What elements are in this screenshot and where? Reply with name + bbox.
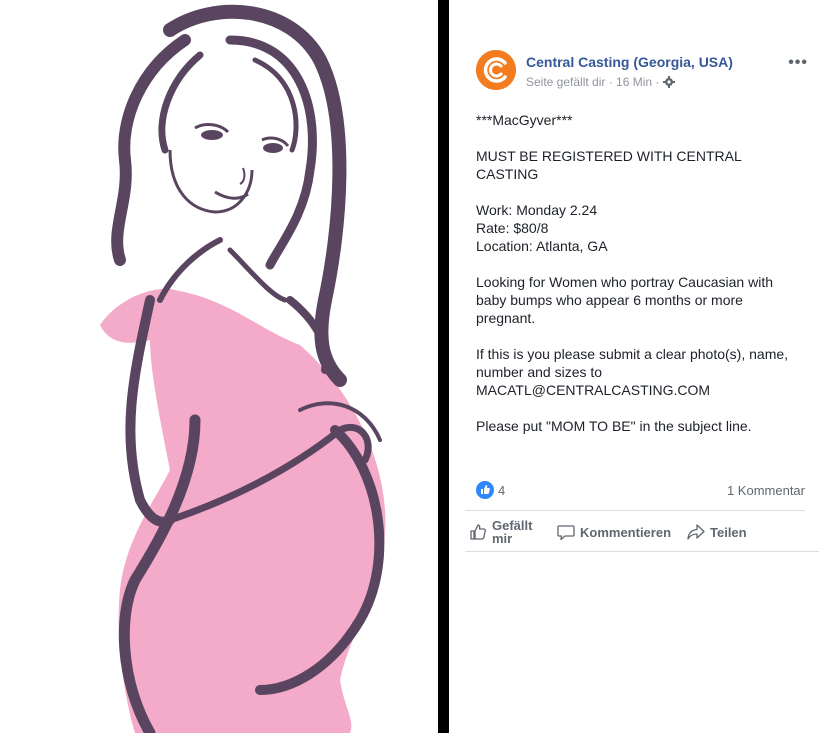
post-meta-text: Seite gefällt dir · 16 Min · <box>526 75 660 89</box>
post-line-location: Location: Atlanta, GA <box>476 238 608 254</box>
stats-divider <box>465 510 805 511</box>
like-badge-icon[interactable] <box>476 481 494 499</box>
post-line-work: Work: Monday 2.24 <box>476 202 598 218</box>
comment-button-label: Kommentieren <box>580 524 672 540</box>
post-line: Looking for Women who portray Caucasian … <box>476 274 774 326</box>
post-line: If this is you please submit a clear pho… <box>476 346 789 398</box>
post-meta: Seite gefällt dir · 16 Min · <box>526 75 676 89</box>
post-actions: Gefällt mir Kommentieren Teilen <box>469 514 805 550</box>
image-divider <box>438 0 449 733</box>
share-button-label: Teilen <box>710 524 747 540</box>
pregnant-woman-illustration <box>100 4 386 733</box>
comment-icon <box>557 525 575 541</box>
like-count[interactable]: 4 <box>498 483 505 498</box>
thumbs-up-icon <box>470 524 486 540</box>
central-casting-logo-icon <box>476 50 516 90</box>
comment-button[interactable]: Kommentieren <box>557 514 671 550</box>
post-header: Central Casting (Georgia, USA) Seite gef… <box>476 50 808 92</box>
comment-count-link[interactable]: 1 Kommentar <box>727 483 805 498</box>
more-options-button[interactable]: ••• <box>788 54 808 72</box>
post-line: Location: Atlanta, GA <box>476 237 796 255</box>
reaction-stats: 4 1 Kommentar <box>476 481 805 501</box>
gear-icon[interactable] <box>663 76 676 88</box>
post-line-rate: Rate: $80/8 <box>476 220 549 236</box>
page-avatar[interactable] <box>476 50 516 90</box>
post-panel: Central Casting (Georgia, USA) Seite gef… <box>449 0 822 733</box>
page-name-link[interactable]: Central Casting (Georgia, USA) <box>526 54 733 70</box>
post-line: ***MacGyver*** <box>476 112 573 128</box>
actions-divider <box>465 551 819 552</box>
post-line: Please put "MOM TO BE" in the subject li… <box>476 418 752 434</box>
like-button-label: Gefällt mir <box>492 518 533 546</box>
post-line: MUST BE REGISTERED WITH CENTRAL CASTING <box>476 148 742 182</box>
post-photo[interactable] <box>0 0 438 733</box>
post-body: ***MacGyver*** MUST BE REGISTERED WITH C… <box>476 111 796 453</box>
post-line: Work: Monday 2.24 <box>476 201 796 219</box>
like-button[interactable]: Gefällt mir <box>469 514 542 550</box>
post-line: Rate: $80/8 <box>476 219 796 237</box>
share-icon <box>687 524 705 540</box>
share-button[interactable]: Teilen <box>687 514 747 550</box>
